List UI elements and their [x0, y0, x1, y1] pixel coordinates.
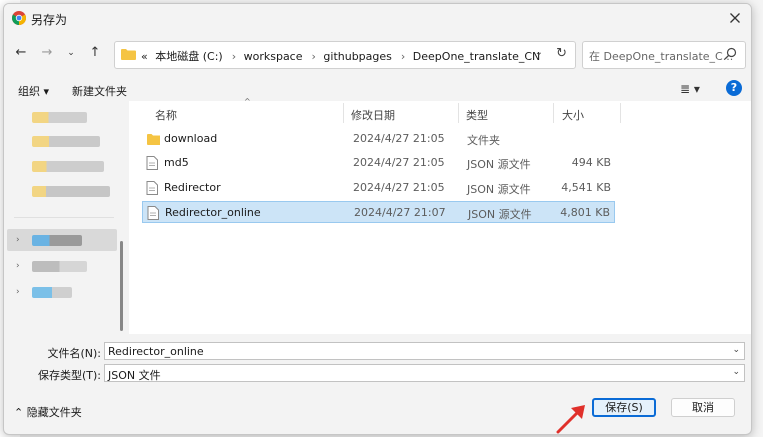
recent-locations-icon[interactable]: ⌄ [62, 44, 80, 62]
list-item[interactable]: Redirector 2024/4/27 21:05 JSON 源文件 4,54… [142, 177, 615, 199]
breadcrumb-item[interactable]: 本地磁盘 (C:) [155, 50, 222, 63]
breadcrumb-item[interactable]: githubpages [323, 50, 391, 63]
column-header-name[interactable]: 名称 [155, 107, 177, 123]
title-bar: 另存为 [4, 4, 751, 32]
search-input[interactable]: 在 DeepOne_translate_C... [589, 48, 733, 64]
filetype-select[interactable]: JSON 文件 ⌄ [104, 364, 745, 382]
folder-icon [121, 49, 136, 60]
filename-field[interactable]: Redirector_online ⌄ [104, 342, 745, 360]
forward-arrow-icon[interactable]: → [38, 44, 56, 62]
list-item-selected[interactable]: Redirector_online 2024/4/27 21:07 JSON 源… [142, 201, 615, 223]
sidebar-item-blurred [32, 235, 82, 246]
sidebar-item-blurred[interactable] [32, 136, 100, 147]
filename-label: 文件名(N): [47, 347, 101, 360]
breadcrumb-item[interactable]: DeepOne_translate_CN [413, 50, 540, 63]
sidebar-scrollbar[interactable] [120, 241, 123, 331]
column-header-type[interactable]: 类型 [466, 107, 488, 123]
organize-menu-button[interactable]: 组织 ▾ [18, 83, 49, 99]
chevron-up-icon: ⌃ [14, 406, 27, 419]
breadcrumb-overflow[interactable]: « [141, 50, 148, 63]
file-icon [147, 206, 159, 220]
chevron-right-icon[interactable]: › [16, 287, 20, 297]
sort-ascending-icon: ^ [244, 97, 251, 106]
sidebar-item-blurred[interactable] [32, 287, 72, 298]
navigation-pane: › › › [4, 101, 127, 334]
sidebar-item-blurred[interactable] [32, 261, 87, 272]
chevron-right-icon[interactable]: › [16, 261, 20, 271]
cancel-button[interactable]: 取消 [671, 398, 735, 417]
refresh-icon[interactable]: ↻ [556, 46, 567, 61]
breadcrumb-item[interactable]: workspace [244, 50, 303, 63]
new-folder-button[interactable]: 新建文件夹 [72, 83, 127, 99]
column-header-size[interactable]: 大小 [562, 107, 584, 123]
column-header-date[interactable]: 修改日期 [351, 107, 395, 123]
window-title: 另存为 [31, 13, 68, 27]
back-arrow-icon[interactable]: ← [12, 44, 30, 62]
filetype-label: 保存类型(T): [37, 369, 101, 382]
sidebar-item-blurred[interactable] [32, 161, 104, 172]
hide-folders-toggle[interactable]: ⌃ 隐藏文件夹 [14, 404, 82, 420]
search-icon [724, 47, 737, 60]
filename-input[interactable]: Redirector_online [108, 345, 204, 358]
help-icon[interactable]: ? [726, 80, 742, 96]
up-arrow-icon[interactable]: ↑ [86, 44, 104, 62]
close-icon[interactable] [727, 10, 743, 26]
sidebar-item-blurred[interactable] [32, 112, 87, 123]
sidebar-item-blurred[interactable] [32, 186, 110, 197]
chevron-down-icon[interactable]: ⌄ [535, 47, 543, 58]
chevron-down-icon[interactable]: ⌄ [732, 367, 740, 377]
file-list: 名称 ^ 修改日期 类型 大小 download 2024/4/27 21:05… [129, 97, 751, 334]
file-icon [146, 181, 158, 195]
chevron-down-icon[interactable]: ⌄ [732, 345, 740, 355]
search-box[interactable]: 在 DeepOne_translate_C... [582, 41, 746, 69]
address-bar[interactable]: « 本地磁盘 (C:) › workspace › githubpages › Dee… [114, 41, 576, 69]
file-icon [146, 156, 158, 170]
chevron-right-icon[interactable]: › [16, 235, 20, 245]
chrome-icon [12, 11, 26, 25]
view-options-icon[interactable]: ≣ ▾ [680, 82, 700, 96]
list-item[interactable]: md5 2024/4/27 21:05 JSON 源文件 494 KB [142, 152, 615, 174]
save-as-dialog: 另存为 ← → ⌄ ↑ « 本地磁盘 (C:) › workspace › gith… [3, 3, 752, 435]
folder-icon [147, 134, 160, 145]
save-button[interactable]: 保存(S) [592, 398, 656, 417]
breadcrumb: « 本地磁盘 (C:) › workspace › githubpages › Dee… [141, 50, 541, 63]
list-item[interactable]: download 2024/4/27 21:05 文件夹 [142, 128, 615, 150]
annotation-arrow-icon [556, 405, 585, 434]
